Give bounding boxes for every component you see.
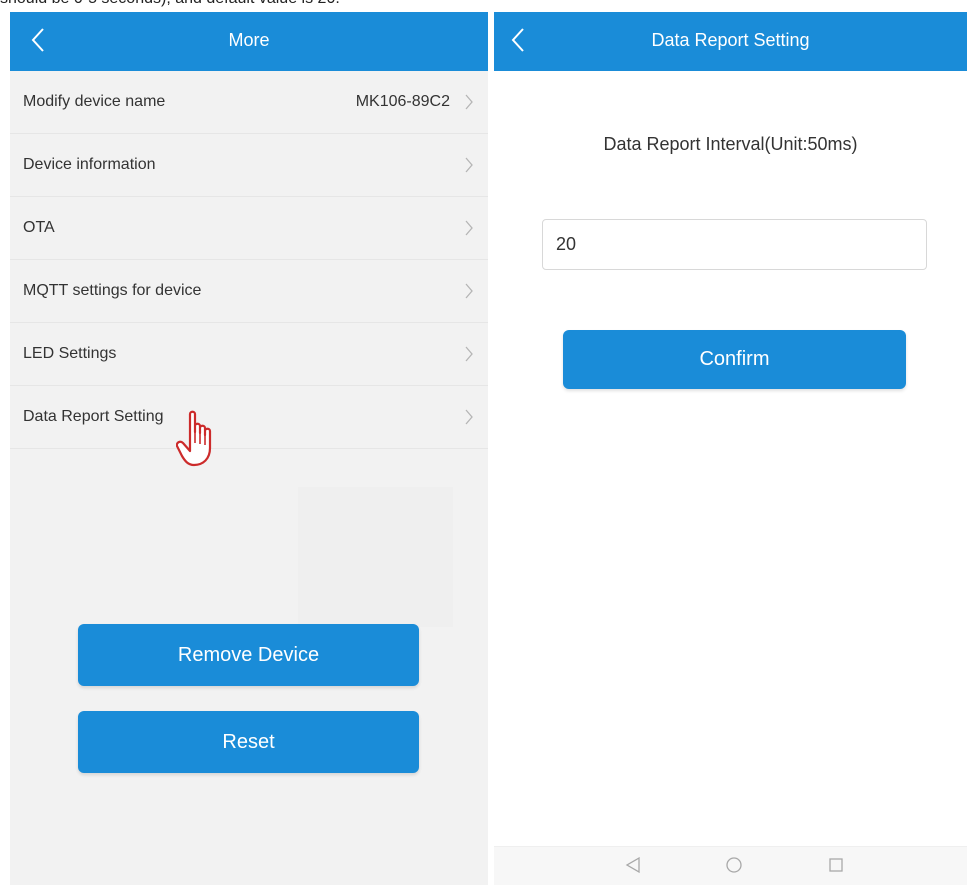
menu-item-label: Data Report Setting [23,408,164,425]
chevron-right-icon [465,220,473,236]
reset-button[interactable]: Reset [78,711,419,773]
chevron-right-icon [465,157,473,173]
document-caption: should be 0-5 seconds), and default valu… [0,0,967,10]
circle-home-icon[interactable] [723,854,745,876]
menu-item-modify-device-name[interactable]: Modify device name MK106-89C2 [10,71,488,134]
menu-item-mqtt-settings[interactable]: MQTT settings for device [10,260,488,323]
menu-item-label: Modify device name [23,93,166,110]
interval-label: Data Report Interval(Unit:50ms) [603,134,858,154]
interval-input[interactable] [542,219,927,270]
hand-pointer-icon [176,410,212,467]
more-header: More [10,12,488,71]
device-name-value: MK106-89C2 [355,93,450,110]
triangle-back-icon[interactable] [622,854,644,876]
menu-item-device-information[interactable]: Device information [10,134,488,197]
data-report-screen: Data Report Setting Data Report Interval… [494,12,967,885]
background-shade [298,487,453,627]
chevron-right-icon [465,94,473,110]
chevron-left-icon [31,28,44,52]
menu-item-label: MQTT settings for device [23,282,202,299]
menu-item-label: OTA [23,219,55,236]
menu-item-ota[interactable]: OTA [10,197,488,260]
settings-menu: Modify device name MK106-89C2 Device inf… [10,71,488,449]
back-button[interactable] [502,20,534,60]
menu-item-led-settings[interactable]: LED Settings [10,323,488,386]
more-screen: More Modify device name MK106-89C2 Devic… [10,12,488,885]
menu-item-label: LED Settings [23,345,117,362]
android-nav-bar [494,846,967,885]
chevron-right-icon [465,283,473,299]
back-button[interactable] [22,20,54,60]
remove-device-button[interactable]: Remove Device [78,624,419,686]
chevron-right-icon [465,409,473,425]
confirm-button[interactable]: Confirm [563,330,906,389]
menu-item-data-report-setting[interactable]: Data Report Setting [10,386,488,449]
page-title: Data Report Setting [651,30,810,50]
chevron-right-icon [465,346,473,362]
data-report-header: Data Report Setting [494,12,967,71]
chevron-left-icon [511,28,524,52]
page-title: More [228,30,270,50]
menu-item-label: Device information [23,156,156,173]
square-recent-icon[interactable] [825,854,847,876]
